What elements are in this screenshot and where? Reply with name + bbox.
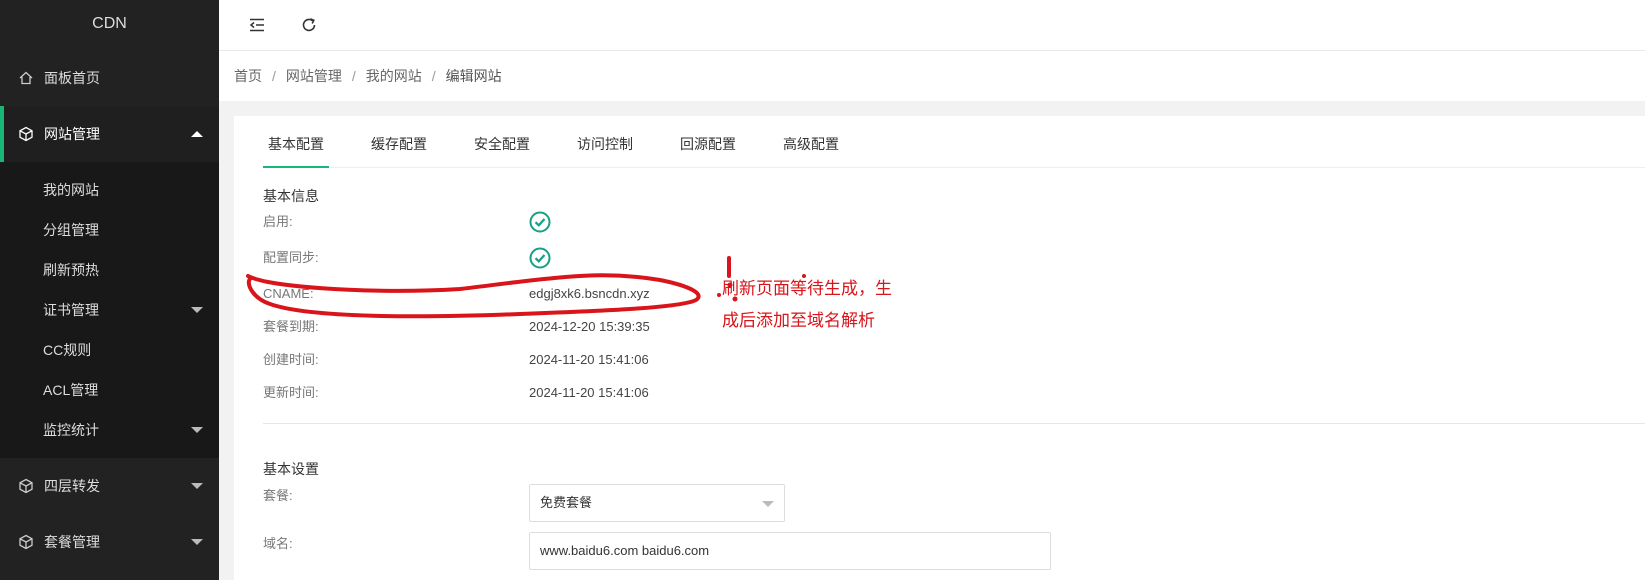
chevron-down-icon [191,307,203,313]
sidebar-item-refresh-preheat[interactable]: 刷新预热 [0,250,219,290]
field-label: 启用: [263,214,293,229]
sidebar-item-acl[interactable]: ACL管理 [0,370,219,410]
section-divider [263,423,1645,424]
sync-check-icon [529,246,551,277]
tab-security-config[interactable]: 安全配置 [469,116,535,168]
field-label: CNAME: [263,286,314,301]
tab-advanced-config[interactable]: 高级配置 [778,116,844,168]
home-icon [18,70,34,86]
cube-icon [18,126,34,142]
chevron-down-icon [191,483,203,489]
created-time-value: 2024-11-20 15:41:06 [529,352,649,367]
sidebar-item-site-management[interactable]: 网站管理 [0,106,219,162]
sidebar-submenu: 我的网站 分组管理 刷新预热 证书管理 CC规则 ACL管理 监控统计 [0,162,219,458]
field-label: 套餐到期: [263,319,319,334]
sidebar-item-l4-forwarding[interactable]: 四层转发 [0,458,219,514]
chevron-down-icon [191,539,203,545]
cube-icon [18,534,34,550]
sidebar-item-label: 网站管理 [44,126,100,142]
tab-origin-config[interactable]: 回源配置 [675,116,741,168]
sidebar-item-label: ACL管理 [43,382,99,398]
chevron-up-icon [191,131,203,137]
section-title-basic-info: 基本信息 [263,188,319,204]
sidebar-item-label: 监控统计 [43,422,99,438]
breadcrumb-my-sites[interactable]: 我的网站 [366,66,422,86]
breadcrumb-separator: / [431,68,436,84]
sidebar-item-groups[interactable]: 分组管理 [0,210,219,250]
tab-basic-config[interactable]: 基本配置 [263,116,329,168]
breadcrumb-home[interactable]: 首页 [234,66,262,86]
sidebar-item-label: 套餐管理 [44,534,100,550]
sidebar-item-label: 四层转发 [44,478,100,494]
field-label: 套餐: [263,488,293,503]
plan-expiry-value: 2024-12-20 15:39:35 [529,319,650,334]
annotation-line-2: 成后添加至域名解析 [722,311,875,330]
plan-select-value: 免费套餐 [540,495,593,510]
indent-icon[interactable] [245,13,269,37]
sidebar-item-cc-rules[interactable]: CC规则 [0,330,219,370]
field-label: 配置同步: [263,250,319,265]
sidebar-item-label: 面板首页 [44,70,100,86]
sidebar-item-label: 证书管理 [43,302,99,318]
sidebar-item-certificates[interactable]: 证书管理 [0,290,219,330]
sidebar-item-monitoring[interactable]: 监控统计 [0,410,219,450]
field-label: 更新时间: [263,385,319,400]
refresh-icon[interactable] [297,13,321,37]
updated-time-value: 2024-11-20 15:41:06 [529,385,649,400]
tab-access-control[interactable]: 访问控制 [572,116,638,168]
cname-value: edgj8xk6.bsncdn.xyz [529,286,650,301]
sidebar-item-label: CC规则 [43,342,92,358]
sidebar-item-plans[interactable]: 套餐管理 [0,514,219,570]
sidebar-item-dashboard[interactable]: 面板首页 [0,50,219,106]
breadcrumb-current: 编辑网站 [445,68,502,84]
config-tabs: 基本配置 缓存配置 安全配置 访问控制 回源配置 高级配置 [263,116,1645,168]
cube-icon [18,478,34,494]
chevron-down-icon [762,501,774,507]
chevron-down-icon [191,427,203,433]
domain-input[interactable]: www.baidu6.com baidu6.com [529,532,1051,570]
enabled-check-icon [529,210,551,241]
edit-site-card: 基本配置 缓存配置 安全配置 访问控制 回源配置 高级配置 基本信息 启用: 配… [234,116,1645,580]
breadcrumb-site-management[interactable]: 网站管理 [286,66,342,86]
tab-cache-config[interactable]: 缓存配置 [366,116,432,168]
domain-input-value: www.baidu6.com baidu6.com [540,543,710,558]
app-logo: CDN [92,15,127,32]
field-label: 创建时间: [263,352,319,367]
sidebar-item-label: 我的网站 [43,182,99,198]
top-header [219,0,1645,51]
sidebar: CDN 面板首页 网站管理 我的网站 分组管理 刷新预热 证书管理 CC规则 A… [0,0,219,580]
sidebar-item-label: 刷新预热 [43,262,99,278]
breadcrumb-separator: / [351,68,356,84]
breadcrumb: 首页 / 网站管理 / 我的网站 / 编辑网站 [219,51,1645,101]
sidebar-item-my-sites[interactable]: 我的网站 [0,170,219,210]
plan-select[interactable]: 免费套餐 [529,484,785,522]
annotation-line-1: 刷新页面等待生成，生 [722,279,892,298]
sidebar-item-label: 分组管理 [43,222,99,238]
annotation-note: 刷新页面等待生成，生 成后添加至域名解析 [722,273,922,337]
section-title-basic-settings: 基本设置 [263,461,319,477]
field-label: 域名: [263,536,293,551]
breadcrumb-separator: / [272,68,276,84]
